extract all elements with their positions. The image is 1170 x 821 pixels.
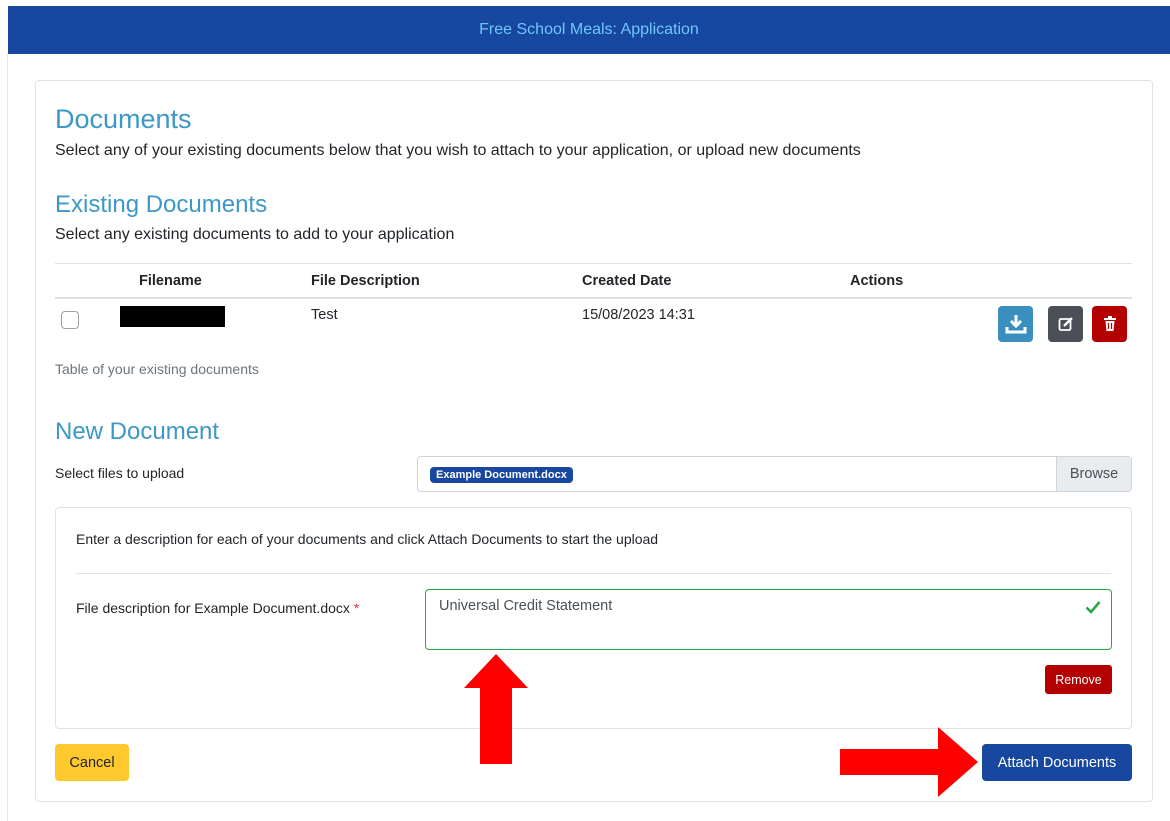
file-upload-input[interactable]: Example Document.docx Browse [417,456,1132,492]
column-header-actions: Actions [850,273,904,289]
select-document-checkbox[interactable] [61,311,79,329]
documents-heading: Documents [55,104,192,134]
annotation-up-arrow-icon [464,654,528,764]
attach-documents-button[interactable]: Attach Documents [982,744,1132,781]
redacted-filename [120,306,225,327]
required-asterisk: * [353,600,360,616]
delete-button[interactable] [1092,306,1127,342]
column-header-file-description: File Description [311,273,420,289]
selected-file-badge: Example Document.docx [430,467,573,483]
select-files-label: Select files to upload [55,465,185,481]
table-header: Filename File Description Created Date A… [55,263,1132,299]
file-description-label: File description for Example Document.do… [76,600,359,616]
file-description-label-text: File description for Example Document.do… [76,600,350,616]
column-header-filename: Filename [139,273,202,289]
file-description-input[interactable]: Universal Credit Statement [425,589,1112,650]
cancel-button[interactable]: Cancel [55,744,129,781]
existing-documents-table: Filename File Description Created Date A… [55,263,1132,349]
table-caption: Table of your existing documents [55,361,259,377]
new-document-heading: New Document [55,418,220,445]
upload-details-card: Enter a description for each of your doc… [55,507,1132,729]
checkmark-icon [1085,601,1101,614]
existing-documents-heading: Existing Documents [55,191,268,218]
page-left-border [7,54,8,821]
file-description-cell: Test [311,307,338,323]
created-date-cell: 15/08/2023 14:31 [582,307,695,323]
divider [76,573,1111,574]
trash-icon [1103,316,1116,331]
app-header: Free School Meals: Application [8,6,1170,54]
download-button[interactable] [998,306,1033,342]
column-header-created-date: Created Date [582,273,672,289]
edit-icon [1058,317,1073,331]
file-description-value: Universal Credit Statement [439,598,613,614]
table-row: Test 15/08/2023 14:31 [55,299,1132,349]
upload-instructions: Enter a description for each of your doc… [76,531,659,547]
app-title: Free School Meals: Application [479,21,699,38]
edit-button[interactable] [1048,306,1083,342]
download-icon [1005,315,1026,334]
remove-button[interactable]: Remove [1045,665,1112,694]
annotation-right-arrow-icon [840,727,978,797]
documents-subtitle: Select any of your existing documents be… [55,142,861,159]
browse-button[interactable]: Browse [1056,457,1131,491]
existing-documents-subtitle: Select any existing documents to add to … [55,226,455,243]
